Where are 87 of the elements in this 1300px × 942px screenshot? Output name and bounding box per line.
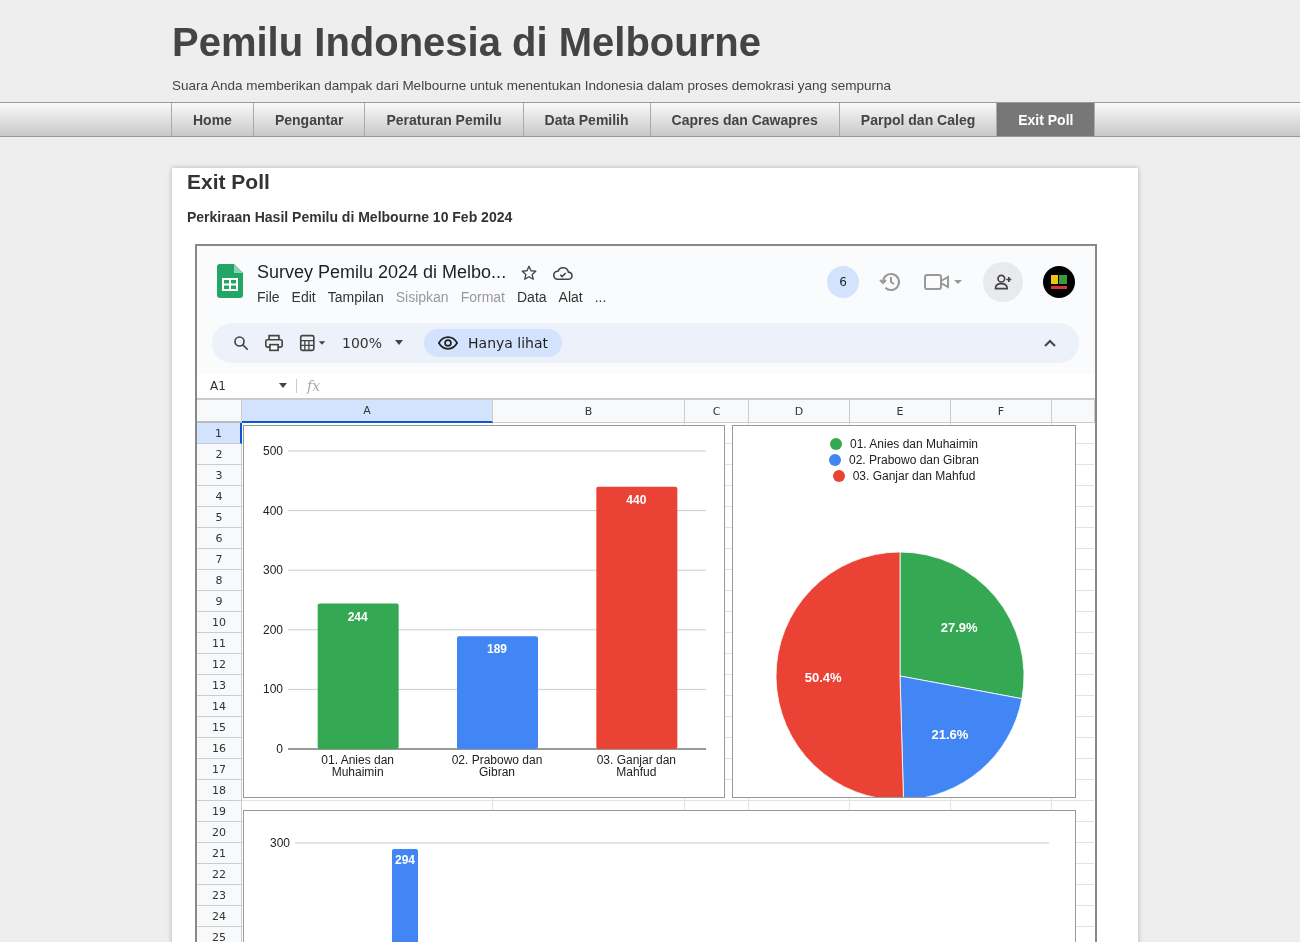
nav-tab[interactable]: Data Pemilih — [522, 103, 650, 136]
menu-item[interactable]: Tampilan — [327, 289, 384, 305]
row-header[interactable]: 1 — [197, 423, 242, 444]
axis-tick-label: 500 — [262, 444, 283, 458]
column-header[interactable]: F — [951, 400, 1052, 423]
search-icon[interactable] — [232, 334, 250, 352]
axis-tick-label: 300 — [262, 563, 283, 578]
formula-label: fx — [307, 378, 321, 394]
row-header[interactable]: 17 — [197, 759, 242, 780]
nav-tab[interactable]: Pengantar — [252, 103, 365, 136]
view-only-chip[interactable]: Hanya lihat — [424, 329, 563, 357]
axis-tick-label: 100 — [262, 682, 283, 697]
menu-item[interactable]: Alat — [558, 289, 583, 305]
axis-tick-label: 200 — [262, 622, 283, 637]
menu-item[interactable]: Data — [517, 289, 547, 305]
row-header[interactable]: 12 — [197, 654, 242, 675]
column-header[interactable]: C — [685, 400, 749, 423]
nav-tab[interactable]: Capres dan Cawapres — [649, 103, 839, 136]
nav-tab[interactable]: Home — [171, 103, 253, 136]
row-header[interactable]: 21 — [197, 843, 242, 864]
row-header[interactable]: 2 — [197, 444, 242, 465]
data-label: 189 — [487, 642, 507, 657]
post-subtitle: Perkiraan Hasil Pemilu di Melbourne 10 Feb 2024 — [187, 209, 514, 225]
legend-label: 03. Ganjar dan Mahfud — [852, 468, 976, 484]
row-header[interactable]: 8 — [197, 570, 242, 591]
print-icon[interactable] — [264, 334, 284, 352]
row-header[interactable]: 6 — [197, 528, 242, 549]
row-header[interactable]: 13 — [197, 675, 242, 696]
site-tagline: Suara Anda memberikan dampak dari Melbourne untuk menentukan Indonesia dalam proses demokrasi yang sempurna — [172, 78, 892, 93]
row-header[interactable]: 18 — [197, 780, 242, 801]
category-label: 02. Prabowo dan Gibran — [451, 753, 543, 779]
row-header[interactable]: 9 — [197, 591, 242, 612]
row-header[interactable]: 24 — [197, 906, 242, 927]
zoom-select[interactable]: 100% — [342, 335, 405, 351]
row-header[interactable]: 7 — [197, 549, 242, 570]
row-header[interactable]: 20 — [197, 822, 242, 843]
add-person-icon — [993, 272, 1013, 292]
share-button[interactable] — [983, 262, 1023, 302]
legend-label: 01. Anies dan Muhaimin — [849, 436, 979, 452]
menu-item[interactable]: ... — [594, 289, 607, 305]
data-label: 244 — [347, 609, 368, 624]
column-header[interactable]: A — [242, 400, 493, 423]
document-title: Survey Pemilu 2024 di Melbo... — [257, 262, 507, 283]
star-icon[interactable] — [520, 263, 539, 282]
nav-tab[interactable]: Exit Poll — [996, 103, 1096, 136]
data-label: 440 — [626, 492, 647, 507]
post-title: Exit Poll — [187, 169, 271, 194]
row-header[interactable]: 25 — [197, 927, 242, 942]
row-header[interactable]: 11 — [197, 633, 242, 654]
video-call-icon[interactable] — [923, 272, 963, 292]
data-label: 294 — [395, 853, 415, 867]
data-label: 21.6% — [931, 727, 968, 743]
eye-icon — [438, 336, 459, 350]
row-header[interactable]: 10 — [197, 612, 242, 633]
menu-item[interactable]: Edit — [291, 289, 316, 305]
nav-tab[interactable]: Peraturan Pemilu — [364, 103, 523, 136]
row-header[interactable]: 23 — [197, 885, 242, 906]
collapse-icon[interactable] — [1043, 338, 1057, 348]
category-label: 03. Ganjar dan Mahfud — [596, 753, 677, 779]
sheets-logo-icon — [217, 264, 243, 298]
viewer-count-badge[interactable]: 6 — [827, 266, 859, 298]
row-header[interactable]: 15 — [197, 717, 242, 738]
caret-icon — [394, 340, 405, 346]
data-label: 27.9% — [940, 619, 978, 635]
avatar-icon[interactable] — [1043, 266, 1075, 298]
row-header[interactable]: 5 — [197, 507, 242, 528]
row-header[interactable]: 22 — [197, 864, 242, 885]
name-box[interactable]: A1 — [197, 379, 297, 393]
axis-tick-label: 400 — [262, 503, 283, 518]
axis-tick-label: 0 — [276, 742, 283, 756]
legend-label: 02. Prabowo dan Gibran — [848, 452, 980, 468]
caret-icon — [278, 383, 288, 389]
column-header[interactable]: B — [493, 400, 685, 423]
menu-item[interactable]: File — [257, 289, 280, 305]
axis-tick-label: 300 — [269, 836, 290, 850]
category-label: 01. Anies dan Muhaimin — [321, 753, 395, 779]
calculator-icon[interactable] — [298, 334, 328, 352]
column-header[interactable]: D — [749, 400, 850, 423]
site-title: Pemilu Indonesia di Melbourne — [172, 19, 762, 66]
history-icon[interactable] — [879, 270, 903, 294]
row-header[interactable]: 19 — [197, 801, 242, 822]
data-label: 50.4% — [804, 670, 842, 686]
column-header[interactable]: E — [850, 400, 951, 423]
row-header[interactable]: 4 — [197, 486, 242, 507]
row-header[interactable]: 3 — [197, 465, 242, 486]
row-header[interactable]: 14 — [197, 696, 242, 717]
row-header[interactable]: 16 — [197, 738, 242, 759]
